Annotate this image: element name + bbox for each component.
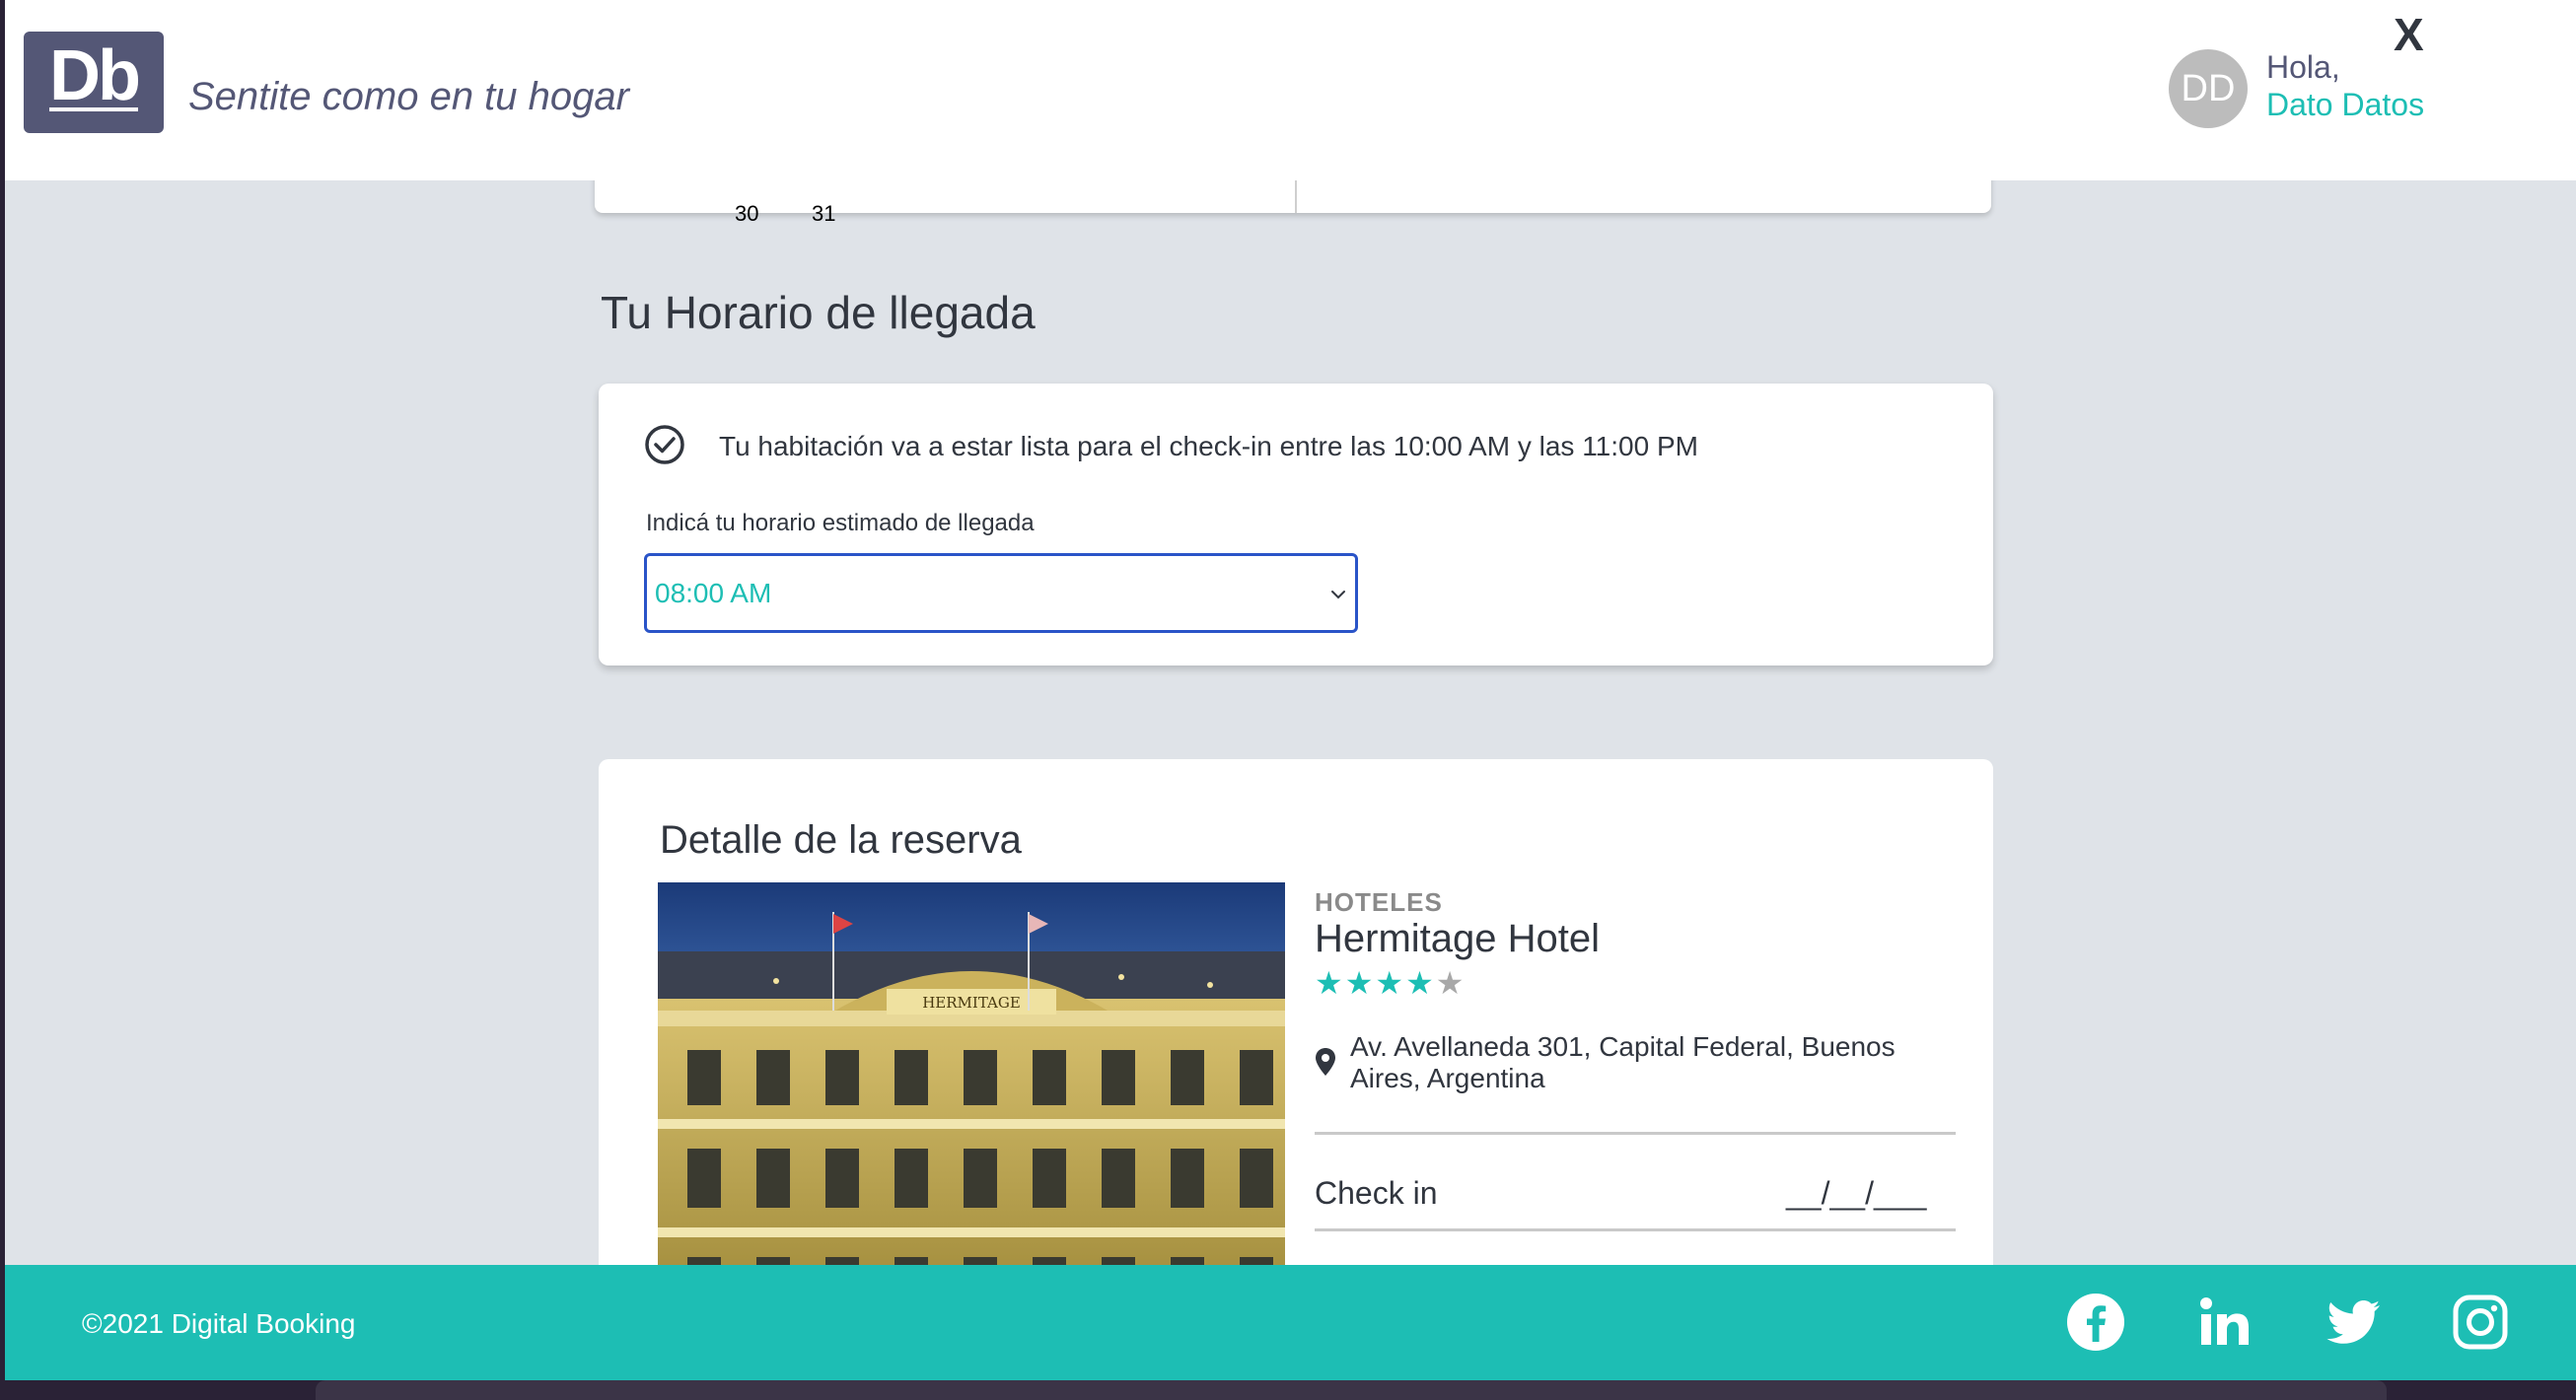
greeting: Hola, [2266, 49, 2340, 85]
checkin-window-message: Tu habitación va a estar lista para el c… [719, 431, 1698, 461]
hotel-name: Hermitage Hotel [1315, 917, 1601, 960]
app-window: Db Sentite como en tu hogar DD Hola, Dat… [5, 0, 2576, 1380]
arrival-time-value: 08:00 AM [655, 578, 772, 608]
calendar-day[interactable]: 31 [812, 201, 835, 227]
divider [1315, 1228, 1956, 1231]
star-icon: ★ [1375, 965, 1406, 1001]
star-icon: ★ [1435, 965, 1467, 1001]
os-dock [316, 1380, 2387, 1400]
checkin-label: Check in [1315, 1175, 1438, 1211]
header: Db Sentite como en tu hogar DD Hola, Dat… [5, 0, 2576, 180]
star-icon: ★ [1344, 965, 1376, 1001]
star-icon: ★ [1405, 965, 1436, 1001]
hotel-rating-stars: ★★★★★ [1315, 964, 1466, 1002]
chevron-down-icon [1331, 591, 1345, 599]
instagram-icon[interactable] [2449, 1291, 2512, 1354]
tagline: Sentite como en tu hogar [188, 75, 629, 118]
divider [1315, 1132, 1956, 1135]
logo[interactable]: Db [24, 32, 164, 133]
hotel-sign-text: HERMITAGE [922, 994, 1021, 1012]
location-pin-icon [1316, 1048, 1335, 1076]
close-button[interactable]: X [2394, 8, 2424, 61]
calendar-day[interactable]: 30 [735, 201, 758, 227]
copyright: ©2021 Digital Booking [82, 1308, 356, 1339]
booking-detail-title: Detalle de la reserva [660, 818, 1022, 862]
arrival-time-label: Indicá tu horario estimado de llegada [646, 510, 1035, 536]
hotel-address: Av. Avellaneda 301, Capital Federal, Bue… [1350, 1031, 1896, 1093]
arrival-time-select[interactable]: 08:00 AM [644, 553, 1358, 633]
footer: ©2021 Digital Booking [5, 1265, 2576, 1380]
arrival-card: Tu habitación va a estar lista para el c… [599, 384, 1993, 665]
hotel-category: HOTELES [1315, 887, 1443, 917]
star-icon: ★ [1315, 965, 1345, 1001]
checkin-date: __/__/___ [1786, 1175, 1927, 1211]
user-name: Dato Datos [2266, 87, 2425, 122]
twitter-icon[interactable] [2323, 1291, 2386, 1354]
check-circle-icon [645, 425, 684, 464]
avatar[interactable]: DD [2169, 49, 2248, 128]
linkedin-icon[interactable] [2194, 1291, 2257, 1354]
facebook-icon[interactable] [2064, 1291, 2127, 1354]
arrival-section-title: Tu Horario de llegada [601, 287, 1036, 338]
